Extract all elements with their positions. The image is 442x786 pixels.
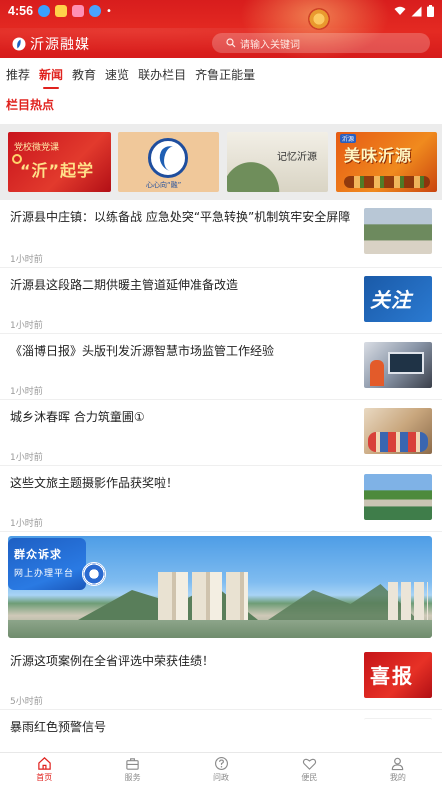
promo-subtitle: 网上办理平台 bbox=[14, 569, 75, 579]
news-time: 1小时前 bbox=[10, 453, 43, 463]
banner-memory-yiyuan[interactable]: 记忆沂源 bbox=[227, 132, 328, 192]
app-header: 4:56 • 沂源融媒 请输入关键词 bbox=[0, 0, 442, 58]
news-thumbnail bbox=[364, 408, 432, 454]
banner-heart-media[interactable]: 心心向“融” bbox=[118, 132, 219, 192]
news-time: 1小时前 bbox=[10, 519, 43, 529]
promo-title: 群众诉求 bbox=[14, 548, 62, 561]
search-placeholder: 请输入关键词 bbox=[240, 39, 300, 51]
banner-title: 美味沂源 bbox=[344, 146, 413, 165]
briefcase-icon bbox=[126, 758, 139, 770]
notification-app-icon bbox=[72, 5, 85, 17]
city-image bbox=[158, 572, 248, 622]
notification-app-icon bbox=[38, 5, 51, 17]
nav-label: 问政 bbox=[213, 773, 230, 782]
search-icon bbox=[226, 38, 236, 48]
home-icon bbox=[37, 757, 51, 770]
news-title: 沂源这项案例在全省评选中荣获佳绩！ bbox=[10, 654, 215, 668]
nav-convenience[interactable]: 便民 bbox=[265, 753, 353, 786]
person-image bbox=[370, 360, 384, 386]
news-time: 1小时前 bbox=[10, 321, 43, 331]
news-title: 城乡沐春晖 合力筑童圃① bbox=[10, 410, 145, 424]
news-thumbnail bbox=[364, 474, 432, 520]
banner-title: 记忆沂源 bbox=[277, 152, 317, 163]
tab-quick-view[interactable]: 速览 bbox=[105, 66, 129, 83]
news-time: 1小时前 bbox=[10, 387, 43, 397]
news-item[interactable]: 沂源这项案例在全省评选中荣获佳绩！ 5小时前 喜报 bbox=[0, 644, 442, 710]
user-icon bbox=[392, 757, 404, 771]
news-title: 《淄博日报》头版刊发沂源智慧市场监管工作经验 bbox=[10, 344, 275, 358]
nav-mine[interactable]: 我的 bbox=[354, 753, 442, 786]
banner-party-class[interactable]: 党校微党课 “沂”起学 bbox=[8, 132, 111, 192]
news-item[interactable]: 沂源县这段路二期供暖主管道延伸准备改造 1小时前 关注 bbox=[0, 268, 442, 334]
battery-icon bbox=[427, 5, 434, 17]
more-notifications-dot-icon: • bbox=[106, 5, 112, 17]
news-time: 5小时前 bbox=[10, 697, 43, 707]
status-bar: 4:56 • bbox=[0, 0, 442, 22]
tab-qilu-positive[interactable]: 齐鲁正能量 bbox=[195, 66, 255, 83]
nav-label: 首页 bbox=[36, 773, 53, 782]
notification-app-icon bbox=[55, 5, 68, 17]
news-title: 这些文旅主题摄影作品获奖啦！ bbox=[10, 476, 179, 490]
thumbnail-text: 关注 bbox=[370, 288, 412, 312]
news-item[interactable]: 沂源县中庄镇：以练备战 应急处突“平急转换”机制筑牢安全屏障 1小时前 bbox=[0, 200, 442, 268]
promo-label: 群众诉求 网上办理平台 bbox=[8, 538, 86, 590]
news-item[interactable]: 暴雨红色预警信号 bbox=[0, 710, 442, 752]
news-thumbnail: 关注 bbox=[364, 276, 432, 322]
food-image bbox=[344, 176, 430, 188]
news-title: 沂源县中庄镇：以练备战 应急处突“平急转换”机制筑牢安全屏障 bbox=[10, 210, 351, 224]
notification-app-icon bbox=[89, 5, 102, 17]
signal-icon bbox=[411, 6, 422, 16]
channel-tabs: 推荐 新闻 教育 速览 联办栏目 齐鲁正能量 bbox=[0, 58, 442, 90]
tab-recommend[interactable]: 推荐 bbox=[6, 66, 30, 83]
brand: 沂源融媒 bbox=[12, 34, 90, 54]
tab-news[interactable]: 新闻 bbox=[39, 66, 63, 89]
nav-label: 便民 bbox=[301, 773, 318, 782]
question-icon bbox=[214, 757, 228, 770]
bottom-navigation: 首页 服务 问政 便民 我的 bbox=[0, 752, 442, 786]
column-banners: 党校微党课 “沂”起学 心心向“融” 记忆沂源 沂源 美味沂源 bbox=[0, 124, 442, 200]
app-name: 沂源融媒 bbox=[30, 37, 90, 53]
media-logo-icon bbox=[148, 138, 188, 178]
news-title: 暴雨红色预警信号 bbox=[10, 720, 107, 734]
government-seal-icon bbox=[82, 562, 106, 586]
status-right bbox=[394, 5, 434, 17]
ground-image bbox=[8, 620, 432, 638]
nav-home[interactable]: 首页 bbox=[0, 753, 88, 786]
news-item[interactable]: 城乡沐春晖 合力筑童圃① 1小时前 bbox=[0, 400, 442, 466]
news-item[interactable]: 这些文旅主题摄影作品获奖啦！ 1小时前 bbox=[0, 466, 442, 532]
app-logo-icon bbox=[12, 37, 26, 51]
nav-label: 服务 bbox=[124, 773, 141, 782]
nav-service[interactable]: 服务 bbox=[88, 753, 176, 786]
news-thumbnail bbox=[364, 342, 432, 388]
search-bar[interactable]: 请输入关键词 bbox=[212, 33, 430, 53]
service-platform-banner[interactable]: 群众诉求 网上办理平台 bbox=[8, 536, 432, 638]
news-time: 1小时前 bbox=[10, 255, 43, 265]
banner-title: “沂”起学 bbox=[20, 161, 95, 180]
tab-joint-columns[interactable]: 联办栏目 bbox=[138, 66, 186, 83]
banner-delicious-yiyuan[interactable]: 沂源 美味沂源 bbox=[336, 132, 437, 192]
nav-label: 我的 bbox=[389, 773, 406, 782]
news-thumbnail bbox=[364, 208, 432, 254]
banner-title: 心心向“融” bbox=[146, 181, 182, 189]
nav-inquiry[interactable]: 问政 bbox=[177, 753, 265, 786]
banner-subtitle: 党校微党课 bbox=[14, 143, 60, 153]
wifi-icon bbox=[394, 6, 406, 15]
news-title: 沂源县这段路二期供暖主管道延伸准备改造 bbox=[10, 278, 239, 292]
news-item[interactable]: 《淄博日报》头版刊发沂源智慧市场监管工作经验 1小时前 bbox=[0, 334, 442, 400]
section-title: 栏目热点 bbox=[6, 98, 55, 112]
monitor-image bbox=[388, 352, 424, 374]
children-image bbox=[368, 432, 428, 452]
city-image bbox=[388, 582, 428, 622]
tab-education[interactable]: 教育 bbox=[72, 66, 96, 83]
heart-icon bbox=[302, 758, 317, 770]
thumbnail-text: 喜报 bbox=[370, 664, 414, 688]
status-time: 4:56 bbox=[8, 4, 34, 18]
news-thumbnail bbox=[364, 718, 432, 748]
news-thumbnail: 喜报 bbox=[364, 652, 432, 698]
